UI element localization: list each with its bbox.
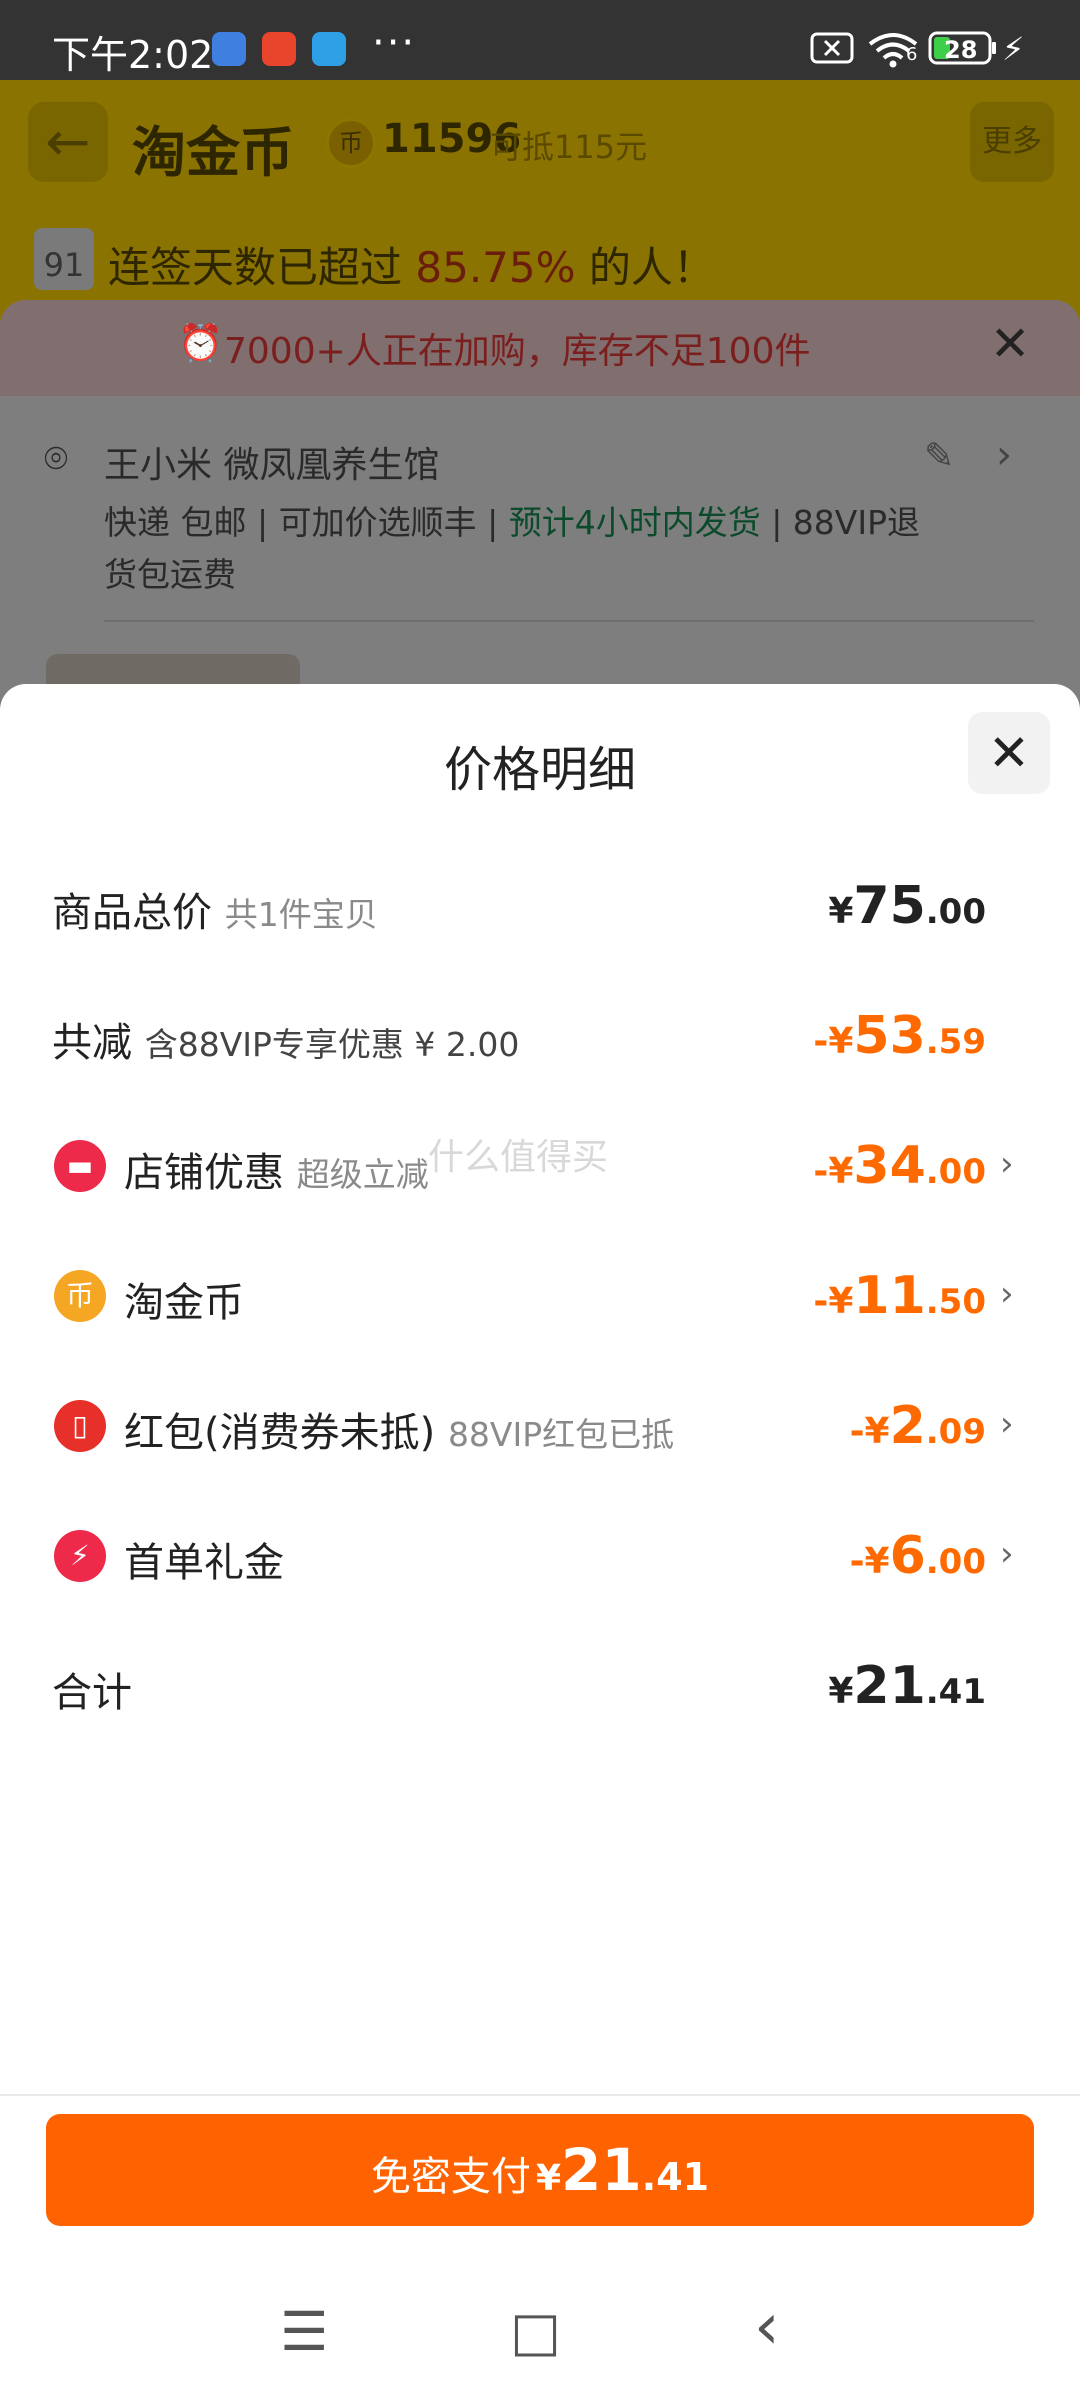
more-button[interactable]: 更多 bbox=[970, 102, 1054, 182]
amount-int: 11 bbox=[853, 1266, 926, 1326]
red-packet-icon: ▯ bbox=[54, 1400, 106, 1452]
row-label: 共减 bbox=[52, 1020, 132, 1066]
more-notifications-icon: ··· bbox=[372, 20, 417, 66]
row-label: 商品总价 bbox=[52, 890, 212, 936]
amount-dec: .50 bbox=[925, 1282, 986, 1322]
shipping-text: 快递 包邮 | 可加价选顺丰 | bbox=[104, 503, 499, 542]
amount-int: 75 bbox=[853, 876, 926, 936]
chevron-right-icon[interactable]: › bbox=[1000, 1404, 1014, 1444]
status-time: 下午2:02 bbox=[52, 33, 214, 77]
streak-suffix: 的人！ bbox=[588, 243, 715, 292]
amount-int: 21 bbox=[561, 2136, 642, 2204]
row-sublabel: 88VIP红包已抵 bbox=[447, 1415, 675, 1454]
background-title: 淘金币 bbox=[132, 121, 294, 184]
row-label: 合计 bbox=[52, 1670, 132, 1716]
chevron-right-icon[interactable]: › bbox=[1000, 1274, 1014, 1314]
amount-dec: .00 bbox=[925, 892, 986, 932]
shipping-address[interactable]: 王小米 微凤凰养生馆 bbox=[104, 436, 439, 488]
amount-dec: .09 bbox=[925, 1412, 986, 1452]
amount-dec: .41 bbox=[641, 2155, 710, 2199]
total-discount-amount: -¥53.59 bbox=[813, 1006, 986, 1066]
chevron-right-icon[interactable]: › bbox=[996, 432, 1012, 478]
watermark: 什么值得买 bbox=[428, 1137, 609, 1178]
first-order-gift-amount: -¥6.00 bbox=[850, 1526, 986, 1586]
stock-alert-text: 7000+人正在加购，库存不足100件 bbox=[224, 331, 811, 372]
currency: ¥ bbox=[535, 2158, 562, 2199]
total-discount-label: 共减 含88VIP专享优惠 ¥ 2.00 bbox=[52, 1010, 519, 1068]
currency: -¥ bbox=[813, 1281, 854, 1322]
amount-dec: .00 bbox=[925, 1152, 986, 1192]
back-arrow-icon[interactable]: ← bbox=[28, 102, 108, 182]
row-label: 红包(消费券未抵) bbox=[124, 1410, 436, 1456]
location-pin-icon: ⌾ bbox=[44, 436, 68, 482]
shipping-info-line1: 快递 包邮 | 可加价选顺丰 | 预计4小时内发货 | 88VIP退 bbox=[104, 496, 920, 544]
amount-int: 21 bbox=[853, 1656, 926, 1716]
row-sublabel: 含88VIP专享优惠 ¥ 2.00 bbox=[144, 1025, 520, 1064]
edit-icon[interactable]: ✎ bbox=[924, 436, 954, 477]
coin-discount-amount: -¥11.50 bbox=[813, 1266, 986, 1326]
shop-discount-icon: ▬ bbox=[54, 1140, 106, 1192]
app-notification-icon bbox=[262, 32, 296, 66]
row-label: 淘金币 bbox=[124, 1280, 244, 1326]
amount-int: 34 bbox=[853, 1136, 926, 1196]
back-icon[interactable]: ‹ bbox=[754, 2290, 780, 2364]
currency: -¥ bbox=[813, 1021, 854, 1062]
currency: -¥ bbox=[813, 1151, 854, 1192]
amount-int: 6 bbox=[889, 1526, 926, 1586]
shipping-eta: 预计4小时内发货 bbox=[508, 503, 761, 542]
chevron-right-icon[interactable]: › bbox=[1000, 1144, 1014, 1184]
red-packet-amount: -¥2.09 bbox=[850, 1396, 986, 1456]
divider bbox=[104, 620, 1034, 622]
pay-button-label: 免密支付 bbox=[370, 2154, 531, 2200]
shop-discount-amount: -¥34.00 bbox=[813, 1136, 986, 1196]
lightning-icon: ⚡ bbox=[54, 1530, 106, 1582]
coin-discount-label[interactable]: 淘金币 bbox=[124, 1270, 244, 1328]
sim-error-icon bbox=[810, 30, 854, 70]
amount-dec: .59 bbox=[925, 1022, 986, 1062]
total-price-amount: ¥75.00 bbox=[828, 876, 986, 936]
coin-icon: 币 bbox=[54, 1270, 106, 1322]
chevron-right-icon[interactable]: › bbox=[1000, 1534, 1014, 1574]
amount-int: 2 bbox=[889, 1396, 926, 1456]
first-order-gift-label[interactable]: 首单礼金 bbox=[124, 1530, 284, 1588]
currency: ¥ bbox=[828, 1671, 854, 1712]
calendar-icon: 91 bbox=[34, 228, 94, 290]
sign-streak-text: 连签天数已超过 85.75% 的人！ bbox=[108, 234, 715, 295]
app-notification-icon bbox=[212, 32, 246, 66]
amount-dec: .41 bbox=[925, 1672, 986, 1712]
shipping-text: | 88VIP退 bbox=[771, 503, 921, 542]
weather-notification-icon bbox=[312, 32, 346, 66]
wifi-badge: 6 bbox=[906, 44, 918, 65]
amount-dec: .00 bbox=[925, 1542, 986, 1582]
close-icon[interactable]: ✕ bbox=[990, 316, 1030, 372]
grand-total-label: 合计 bbox=[52, 1660, 132, 1718]
row-sublabel: 超级立减 bbox=[296, 1155, 429, 1194]
red-packet-label[interactable]: 红包(消费券未抵) 88VIP红包已抵 bbox=[124, 1400, 674, 1458]
battery-level: 28 bbox=[944, 36, 978, 64]
row-label: 店铺优惠 bbox=[124, 1150, 284, 1196]
total-price-label: 商品总价 共1件宝贝 bbox=[52, 880, 378, 938]
home-icon[interactable]: □ bbox=[510, 2300, 561, 2363]
modal-title: 价格明细 bbox=[443, 742, 636, 798]
coin-value: 可抵115元 bbox=[490, 128, 648, 166]
close-button[interactable]: ✕ bbox=[968, 712, 1050, 794]
grand-total-amount: ¥21.41 bbox=[828, 1656, 986, 1716]
shipping-info-line2: 货包运费 bbox=[104, 555, 236, 594]
menu-icon[interactable]: ☰ bbox=[280, 2300, 328, 2363]
streak-percent: 85.75% bbox=[415, 243, 576, 292]
divider bbox=[0, 2094, 1080, 2096]
pay-button[interactable]: 免密支付 ¥21.41 bbox=[46, 2114, 1034, 2226]
row-label: 首单礼金 bbox=[124, 1540, 284, 1586]
row-sublabel: 共1件宝贝 bbox=[224, 895, 378, 934]
shop-discount-label[interactable]: 店铺优惠 超级立减 bbox=[124, 1140, 429, 1198]
streak-prefix: 连签天数已超过 bbox=[108, 243, 403, 292]
currency: ¥ bbox=[828, 891, 854, 932]
alarm-clock-icon: ⏰ bbox=[178, 323, 223, 364]
coin-icon: 币 bbox=[326, 118, 376, 168]
currency: -¥ bbox=[849, 1411, 890, 1452]
charging-icon: ⚡ bbox=[1002, 30, 1025, 68]
amount-int: 53 bbox=[853, 1006, 926, 1066]
currency: -¥ bbox=[849, 1541, 890, 1582]
